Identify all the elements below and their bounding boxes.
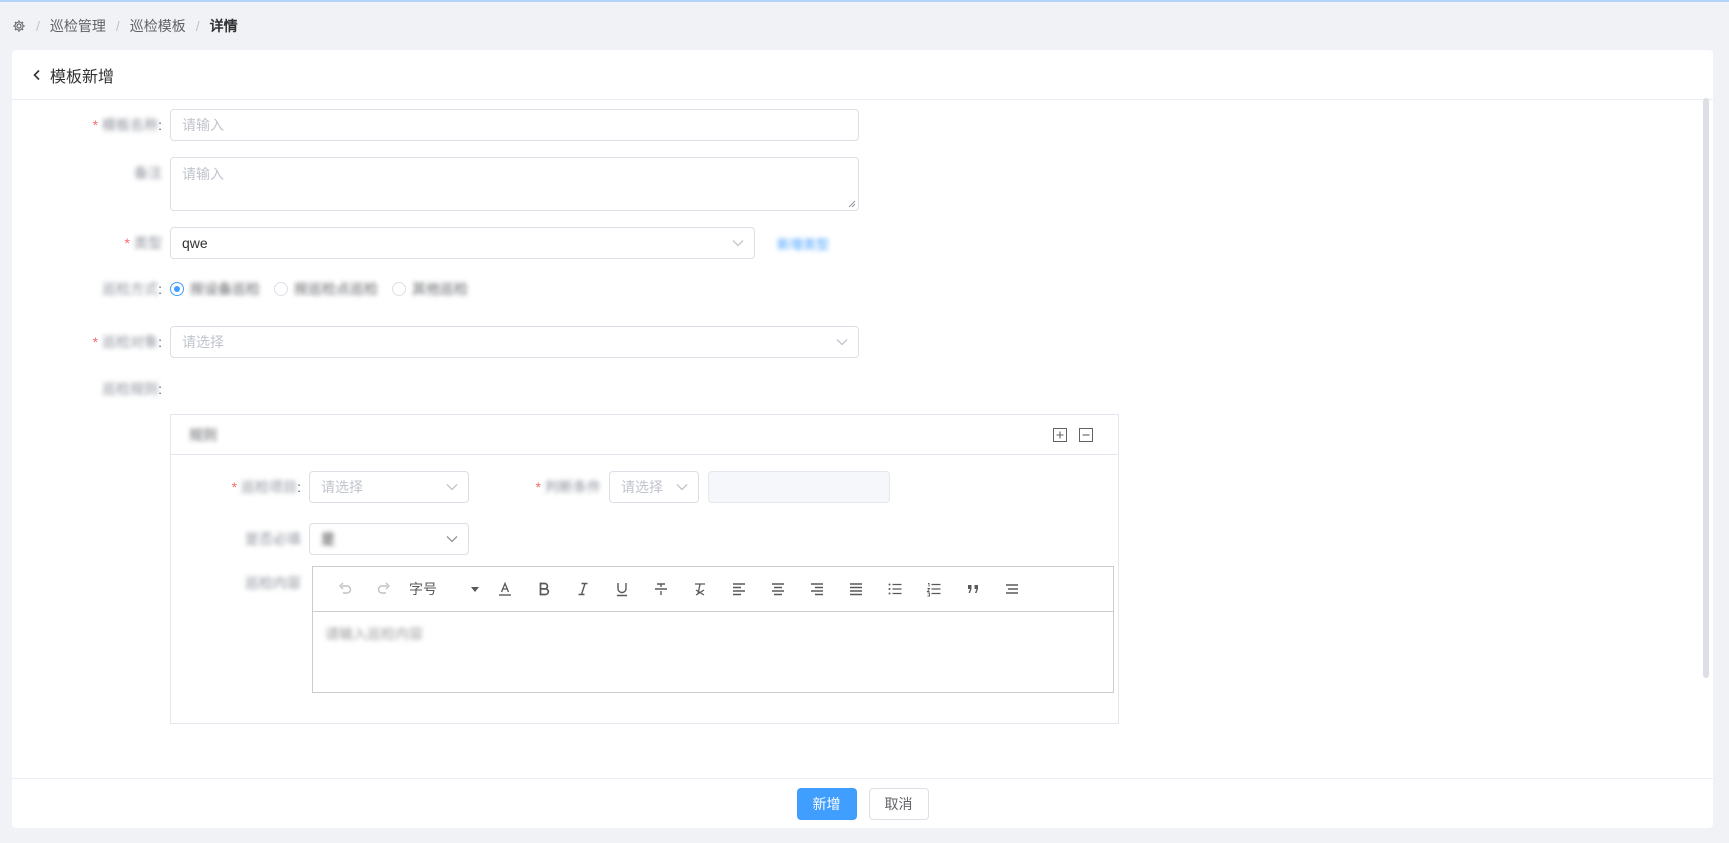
form-row-name: * 模板名称: 请输入 xyxy=(12,109,859,141)
rule-row-content: 巡检内容 xyxy=(171,573,309,593)
card-header: 模板新增 xyxy=(12,50,1713,100)
breadcrumb-item-inspection-template[interactable]: 巡检模板 xyxy=(130,16,186,36)
rule-tab-name[interactable]: 规则 xyxy=(189,425,217,445)
italic-button[interactable] xyxy=(563,574,602,604)
mode-radio-point[interactable]: 按巡检点巡检 xyxy=(274,279,378,299)
quote-icon xyxy=(967,585,978,593)
required-select[interactable]: 是 xyxy=(309,523,469,555)
form-scroll-area: *模板名称: 请输入 备注 请输入 *类型 qwe 新增类型 巡检方式: 按 xyxy=(12,101,1713,778)
form-footer: 新增 取消 xyxy=(12,778,1713,828)
back-arrow-icon[interactable] xyxy=(30,68,44,82)
gear-icon[interactable] xyxy=(12,19,26,33)
page-title: 模板新增 xyxy=(50,68,115,86)
name-input[interactable]: 请输入 xyxy=(170,109,859,141)
undo-button[interactable] xyxy=(325,574,364,604)
rule-row-item: * 巡检项目: 请选择 * 判断条件 请选择 xyxy=(171,471,890,503)
mode-radio-device[interactable]: 按设备巡检 xyxy=(170,279,260,299)
align-center-icon xyxy=(771,583,784,596)
type-select[interactable]: qwe xyxy=(170,227,755,259)
target-select[interactable]: 请选择 xyxy=(170,326,859,358)
editor-content-area[interactable]: 请输入巡检内容 xyxy=(313,612,1113,656)
required-label: 是否必填 xyxy=(245,531,301,547)
form-row-target: * 巡检对象: 请选择 xyxy=(12,326,859,358)
underline-icon xyxy=(616,583,627,597)
ordered-list-button[interactable] xyxy=(914,574,953,604)
align-left-button[interactable] xyxy=(719,574,758,604)
bold-icon xyxy=(539,582,549,596)
breadcrumb-current: 详情 xyxy=(209,18,238,34)
form-row-rules: 巡检规则: xyxy=(12,379,170,399)
submit-button[interactable]: 新增 xyxy=(796,787,857,820)
redo-button[interactable] xyxy=(364,574,403,604)
cancel-button[interactable]: 取消 xyxy=(868,787,929,820)
condition-label: * 判断条件 xyxy=(535,479,601,495)
form-row-remark: 备注 请输入 xyxy=(12,157,859,211)
condition-value-input[interactable] xyxy=(708,471,890,503)
condition-select[interactable]: 请选择 xyxy=(609,471,699,503)
add-square-icon[interactable] xyxy=(1052,427,1068,443)
indent-button[interactable] xyxy=(992,574,1031,604)
mode-radio-other[interactable]: 其他巡检 xyxy=(392,279,468,299)
item-select[interactable]: 请选择 xyxy=(309,471,469,503)
radio-checked-icon xyxy=(170,282,184,296)
rule-actions xyxy=(1052,427,1094,443)
chevron-down-icon xyxy=(732,240,744,247)
align-left-icon xyxy=(732,583,745,596)
undo-icon xyxy=(338,582,351,594)
target-label: * 巡检对象: xyxy=(92,334,162,350)
bullet-list-icon xyxy=(888,583,901,595)
top-progress-line xyxy=(0,0,1729,2)
italic-icon xyxy=(578,582,587,596)
strikethrough-icon xyxy=(654,583,667,595)
chevron-down-icon xyxy=(446,484,458,491)
bold-button[interactable] xyxy=(524,574,563,604)
chevron-down-icon xyxy=(446,536,458,543)
radio-unchecked-icon xyxy=(392,282,406,296)
underline-button[interactable] xyxy=(602,574,641,604)
form-row-type: * 类型 qwe 新增类型 xyxy=(12,227,829,259)
bullet-list-button[interactable] xyxy=(875,574,914,604)
clear-format-button[interactable] xyxy=(680,574,719,604)
caret-down-icon xyxy=(471,586,479,592)
font-color-button[interactable] xyxy=(485,574,524,604)
remark-textarea[interactable]: 请输入 xyxy=(170,157,859,211)
resize-handle-icon[interactable] xyxy=(848,200,856,208)
name-label: * 模板名称: xyxy=(92,117,162,133)
font-size-dropdown[interactable]: 字号 xyxy=(403,579,485,599)
align-justify-icon xyxy=(849,583,862,596)
ordered-list-icon xyxy=(926,583,940,597)
breadcrumb-item-inspection-mgmt[interactable]: 巡检管理 xyxy=(50,16,106,36)
vertical-scrollbar[interactable] xyxy=(1703,98,1709,678)
align-right-icon xyxy=(810,583,823,596)
quote-button[interactable] xyxy=(953,574,992,604)
item-label: * 巡检项目: xyxy=(231,479,301,495)
align-center-button[interactable] xyxy=(758,574,797,604)
redo-icon xyxy=(377,582,390,594)
rule-tab-header: 规则 xyxy=(171,415,1118,455)
rich-text-editor: 字号 请输入巡检内容 xyxy=(312,566,1114,693)
clear-format-icon xyxy=(694,583,705,596)
content-label: 巡检内容 xyxy=(245,575,301,591)
chevron-down-icon xyxy=(836,339,848,346)
remark-label: 备注 xyxy=(134,165,162,181)
rule-row-required: 是否必填 是 xyxy=(171,523,469,555)
breadcrumb: / 巡检管理 / 巡检模板 / 详情 xyxy=(12,16,238,36)
editor-toolbar: 字号 xyxy=(313,567,1113,612)
form-card: 模板新增 * 模板名称: 请输入 备注 请输入 * 类型 qwe 新增类型 巡检… xyxy=(12,50,1713,828)
chevron-down-icon xyxy=(676,484,688,491)
font-color-icon xyxy=(498,581,511,596)
add-type-link[interactable]: 新增类型 xyxy=(777,234,829,253)
remove-square-icon[interactable] xyxy=(1078,427,1094,443)
radio-unchecked-icon xyxy=(274,282,288,296)
strikethrough-button[interactable] xyxy=(641,574,680,604)
form-row-mode: 巡检方式: 按设备巡检 按巡检点巡检 其他巡检 xyxy=(12,279,482,299)
rules-label: 巡检规则: xyxy=(102,381,162,397)
align-justify-button[interactable] xyxy=(836,574,875,604)
indent-icon xyxy=(1005,584,1018,594)
align-right-button[interactable] xyxy=(797,574,836,604)
mode-label: 巡检方式: xyxy=(102,281,162,297)
type-label: * 类型 xyxy=(124,235,162,251)
